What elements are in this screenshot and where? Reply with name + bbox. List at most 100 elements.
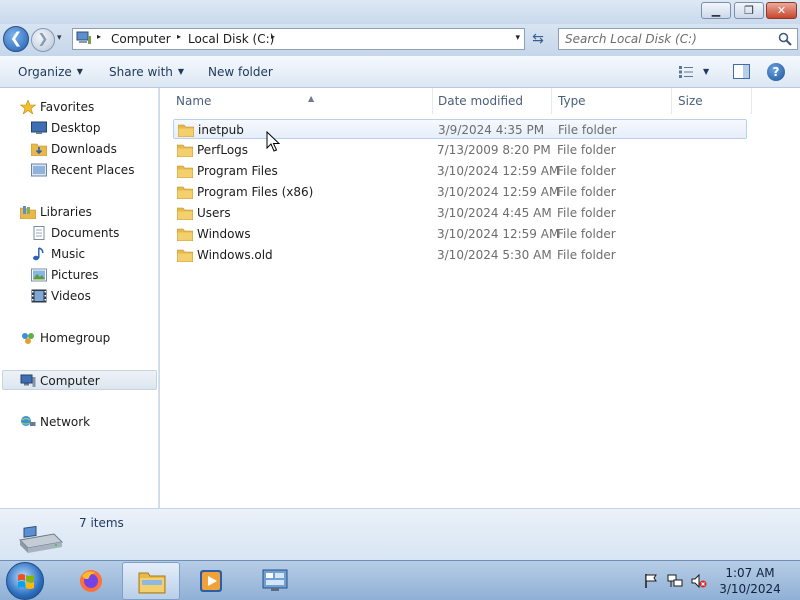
- navigation-bar: ❮ ❯ ▾ ▸ Computer ▸ Local Disk (C:) ▸ ▾ ⇆: [0, 24, 800, 56]
- taskbar: 1:07 AM 3/10/2024: [0, 560, 800, 600]
- preview-pane-icon[interactable]: [733, 64, 750, 79]
- breadcrumb-separator[interactable]: ▸: [271, 32, 275, 41]
- minimize-icon: ▁: [711, 4, 721, 17]
- minimize-button[interactable]: ▁: [701, 2, 731, 19]
- desktop-icon: [31, 121, 47, 134]
- chevron-down-icon: ▼: [177, 67, 185, 76]
- table-row[interactable]: Users 3/10/2024 4:45 AM File folder: [173, 203, 747, 223]
- sidebar-item-label: Libraries: [40, 205, 92, 219]
- taskbar-server-manager-button[interactable]: [246, 562, 304, 600]
- homegroup-icon: [22, 333, 34, 344]
- sidebar-item-label: Videos: [51, 289, 91, 303]
- sidebar-item-label: Documents: [51, 226, 120, 240]
- title-bar: ▁ ❐ ✕: [0, 0, 800, 24]
- folder-icon: [178, 124, 194, 137]
- new-folder-button[interactable]: New folder: [208, 65, 273, 79]
- back-button[interactable]: ❮: [3, 26, 29, 52]
- breadcrumb-separator[interactable]: ▸: [177, 32, 181, 41]
- star-icon: [20, 100, 36, 114]
- sidebar-item-label: Network: [40, 415, 91, 429]
- firefox-icon: [80, 570, 102, 592]
- videos-icon: [31, 289, 47, 303]
- volume-muted-icon[interactable]: [691, 573, 707, 589]
- share-with-label: Share with: [109, 65, 173, 79]
- column-header-name[interactable]: Name ▲: [170, 88, 433, 114]
- file-name: Program Files (x86): [197, 185, 314, 199]
- system-clock[interactable]: 1:07 AM 3/10/2024: [718, 565, 782, 597]
- column-header-type[interactable]: Type: [552, 88, 672, 114]
- start-button[interactable]: [6, 562, 44, 600]
- sidebar-item-computer[interactable]: Computer: [2, 370, 157, 390]
- column-header-size[interactable]: Size: [672, 88, 752, 114]
- action-center-flag-icon[interactable]: [643, 573, 659, 589]
- file-list: Name ▲ Date modified Type Size inetpub 3…: [160, 88, 800, 508]
- column-header-date-modified[interactable]: Date modified: [432, 88, 552, 114]
- address-dropdown-icon[interactable]: ▾: [515, 33, 520, 43]
- file-type: File folder: [557, 164, 616, 178]
- explorer-icon: [138, 572, 166, 594]
- file-name: PerfLogs: [197, 143, 249, 157]
- file-type: File folder: [557, 248, 616, 262]
- network-icon[interactable]: [667, 573, 683, 589]
- breadcrumb-local-disk[interactable]: Local Disk (C:): [188, 32, 274, 46]
- navigation-pane: Favorites Desktop Downloads Recent Place…: [0, 88, 159, 508]
- share-with-button[interactable]: Share with ▼: [109, 65, 184, 79]
- change-view-icon[interactable]: [678, 65, 694, 79]
- file-name: Windows: [197, 227, 251, 241]
- file-date: 3/10/2024 12:59 AM: [437, 164, 560, 178]
- organize-label: Organize: [18, 65, 72, 79]
- taskbar-firefox-button[interactable]: [62, 562, 120, 600]
- help-icon[interactable]: ?: [767, 63, 785, 81]
- libraries-icon: [20, 206, 36, 219]
- pictures-icon: [31, 268, 47, 282]
- address-bar[interactable]: ▸ Computer ▸ Local Disk (C:) ▸ ▾: [72, 28, 525, 50]
- windows-logo-icon: [18, 574, 34, 589]
- table-row[interactable]: Program Files 3/10/2024 12:59 AM File fo…: [173, 161, 747, 181]
- table-row[interactable]: PerfLogs 7/13/2009 8:20 PM File folder: [173, 140, 747, 160]
- file-name: Users: [197, 206, 231, 220]
- sidebar-item-label: Desktop: [51, 121, 101, 135]
- folder-icon: [177, 249, 193, 262]
- restore-icon: ❐: [744, 4, 754, 17]
- taskbar-media-player-button[interactable]: [182, 562, 240, 600]
- sidebar-item-label: Computer: [40, 374, 100, 388]
- table-row[interactable]: Windows 3/10/2024 12:59 AM File folder: [173, 224, 747, 244]
- sidebar-item-label: Recent Places: [51, 163, 135, 177]
- file-type: File folder: [557, 206, 616, 220]
- network-icon: [21, 416, 36, 426]
- file-type: File folder: [557, 185, 616, 199]
- taskbar-explorer-button[interactable]: [122, 562, 180, 600]
- documents-icon: [33, 226, 45, 240]
- file-type: File folder: [558, 123, 617, 137]
- music-icon: [33, 247, 44, 261]
- file-date: 3/10/2024 4:45 AM: [437, 206, 552, 220]
- breadcrumb-computer[interactable]: Computer: [111, 32, 171, 46]
- file-date: 3/9/2024 4:35 PM: [438, 123, 545, 137]
- file-date: 7/13/2009 8:20 PM: [437, 143, 551, 157]
- restore-button[interactable]: ❐: [734, 2, 764, 19]
- file-name: inetpub: [198, 123, 244, 137]
- command-bar: Organize ▼ Share with ▼ New folder ▼ ?: [0, 56, 800, 88]
- view-options-dropdown[interactable]: ▼: [703, 67, 709, 76]
- breadcrumb-separator[interactable]: ▸: [97, 32, 101, 41]
- recent-places-icon: [31, 163, 47, 177]
- table-row[interactable]: inetpub 3/9/2024 4:35 PM File folder: [173, 119, 747, 139]
- table-row[interactable]: Windows.old 3/10/2024 5:30 AM File folde…: [173, 245, 747, 265]
- forward-button[interactable]: ❯: [31, 28, 55, 52]
- recent-pages-dropdown[interactable]: ▾: [57, 33, 62, 43]
- file-type: File folder: [557, 143, 616, 157]
- organize-button[interactable]: Organize ▼: [18, 65, 83, 79]
- table-row[interactable]: Program Files (x86) 3/10/2024 12:59 AM F…: [173, 182, 747, 202]
- search-box[interactable]: [558, 28, 798, 50]
- search-icon[interactable]: [778, 32, 792, 46]
- folder-icon: [177, 228, 193, 241]
- search-input[interactable]: [565, 31, 775, 47]
- item-count: 7 items: [79, 516, 124, 530]
- folder-icon: [177, 165, 193, 178]
- sidebar-item-label: Music: [51, 247, 86, 261]
- refresh-button[interactable]: ⇆: [527, 29, 549, 50]
- sidebar-item-label: Downloads: [51, 142, 117, 156]
- close-icon: ✕: [776, 4, 787, 17]
- column-header-label: Name: [176, 94, 212, 108]
- close-button[interactable]: ✕: [766, 2, 797, 19]
